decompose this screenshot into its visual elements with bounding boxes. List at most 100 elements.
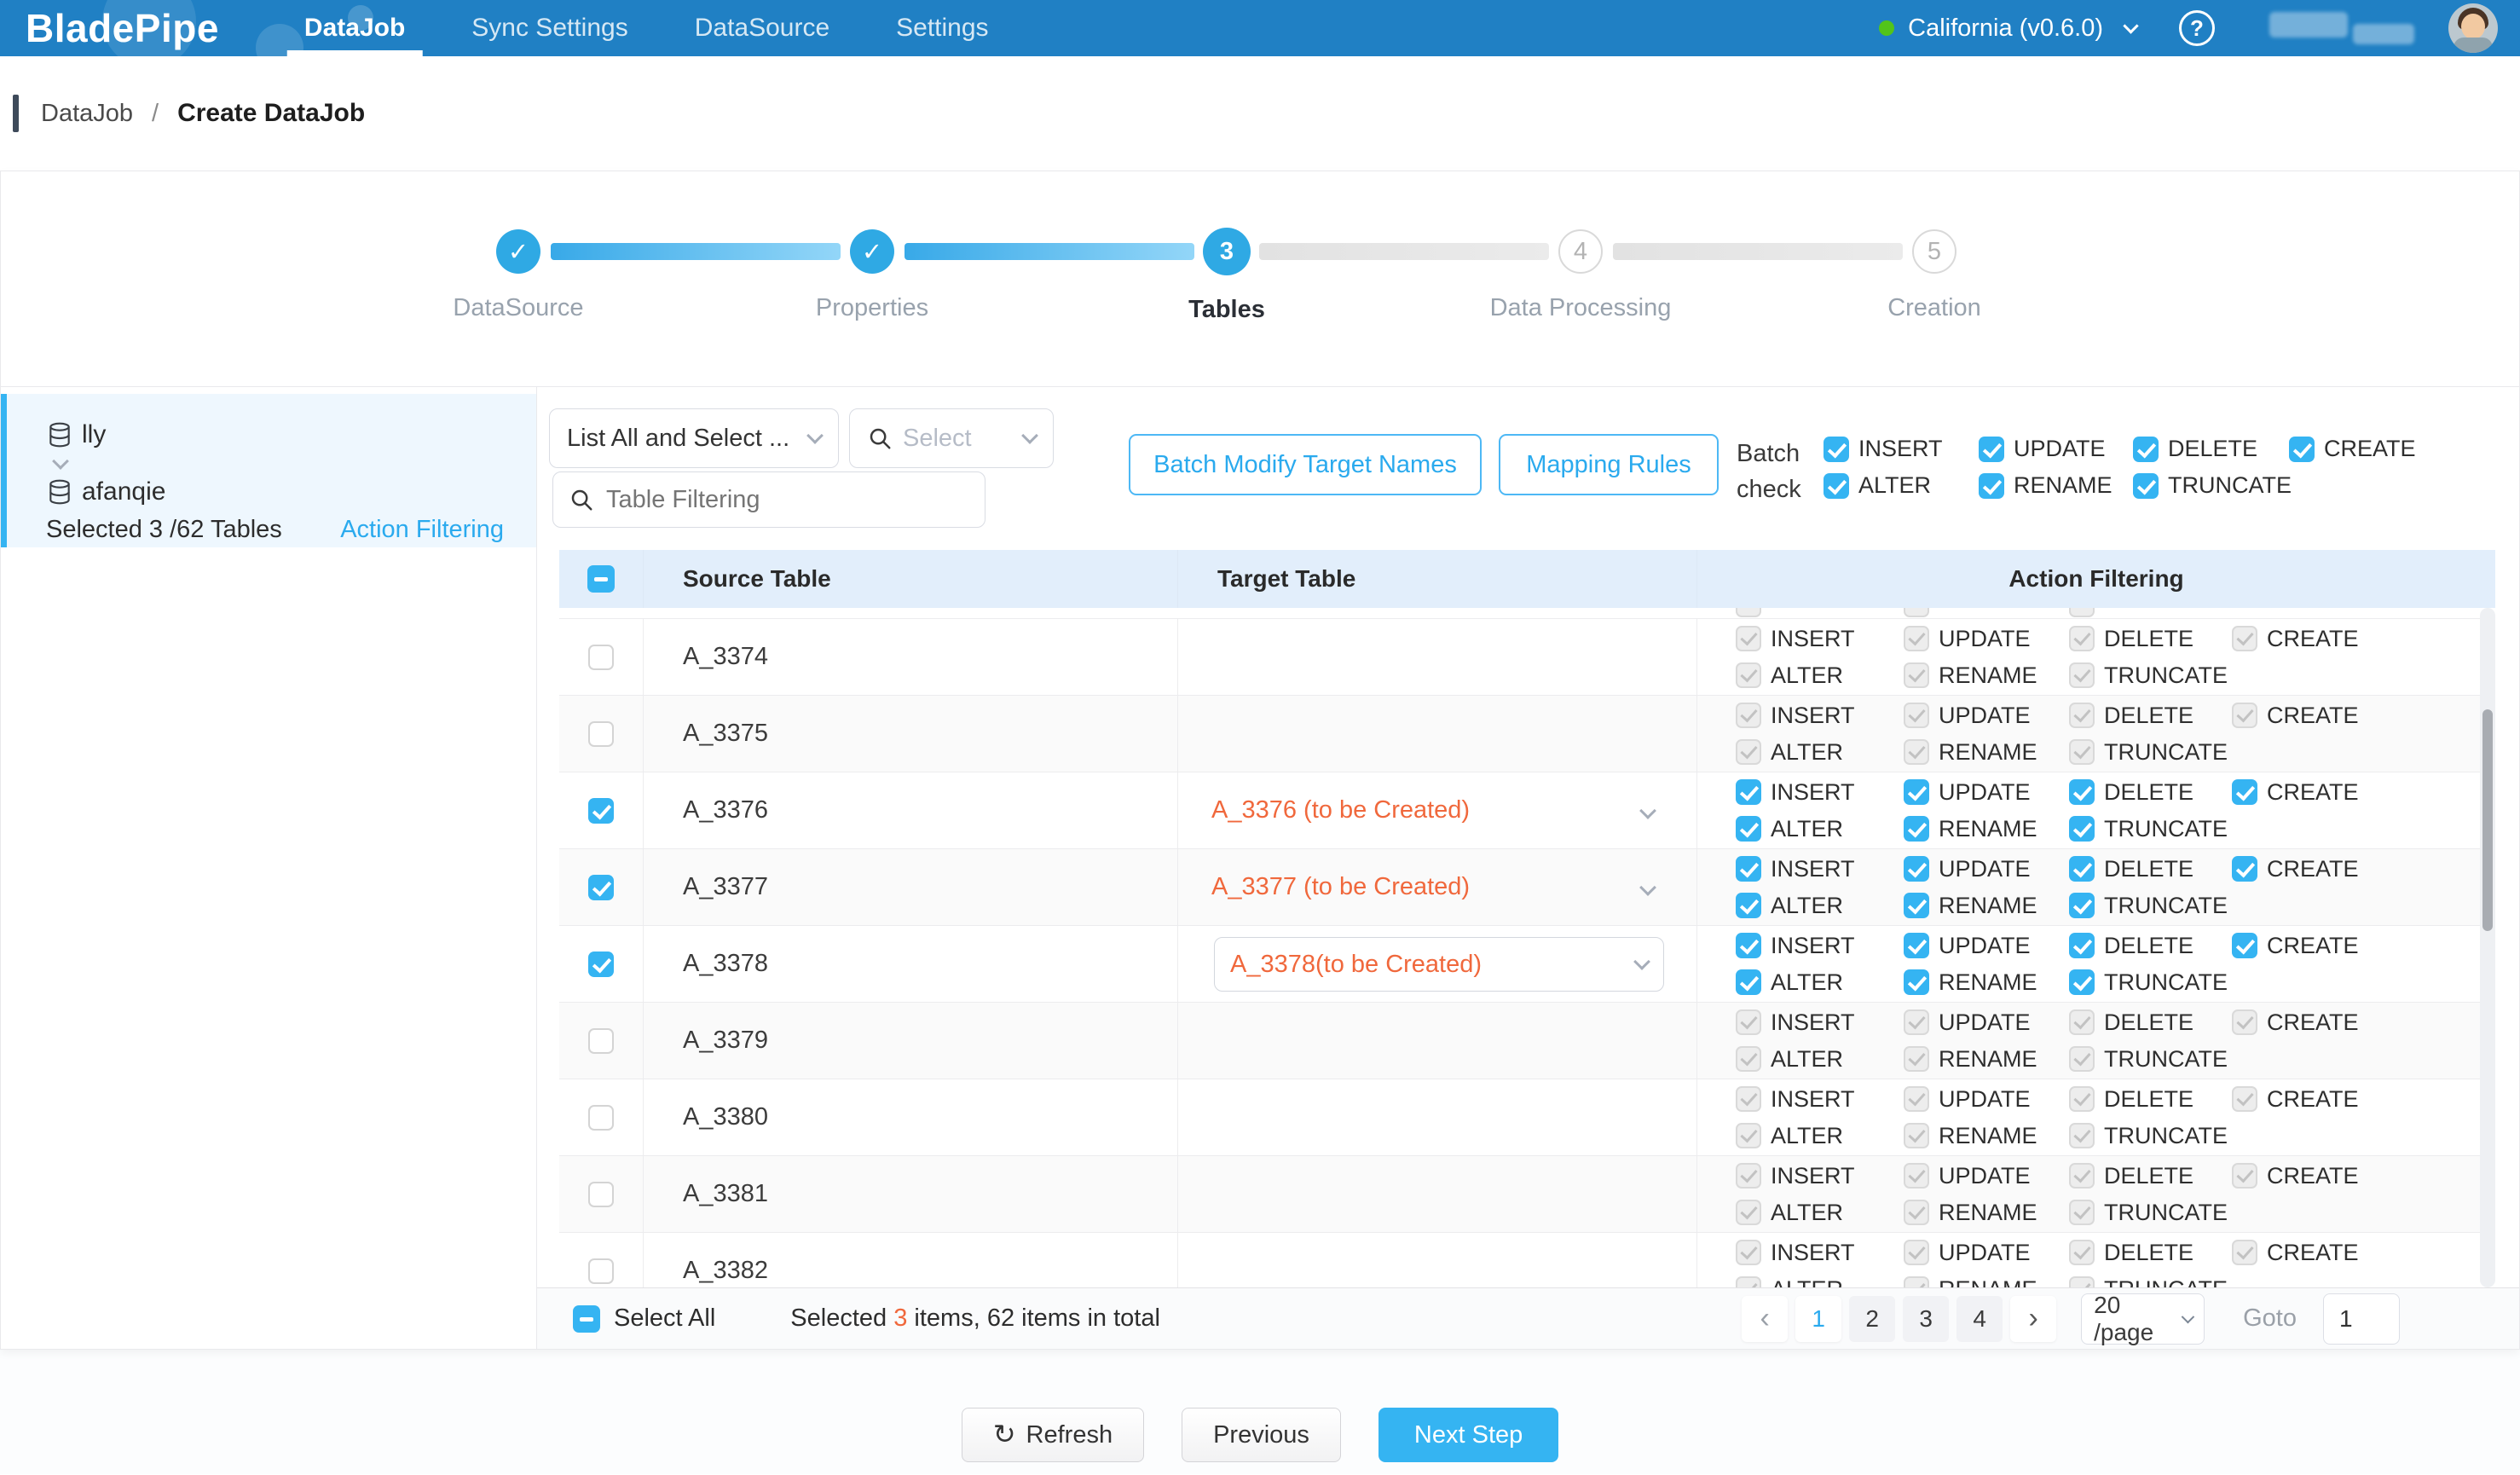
action-checkbox-update[interactable] bbox=[1904, 1009, 1929, 1035]
action-checkbox-alter[interactable] bbox=[1736, 739, 1761, 765]
action-checkbox-alter[interactable] bbox=[1736, 1123, 1761, 1148]
action-checkbox-create[interactable] bbox=[2232, 779, 2257, 805]
action-checkbox-alter[interactable] bbox=[1736, 816, 1761, 842]
row-checkbox[interactable] bbox=[588, 1258, 614, 1284]
action-checkbox-delete[interactable] bbox=[2069, 779, 2095, 805]
user-avatar[interactable] bbox=[2448, 3, 2498, 53]
action-checkbox-delete[interactable] bbox=[2069, 1240, 2095, 1265]
list-mode-select[interactable]: List All and Select ... bbox=[549, 408, 839, 468]
action-checkbox-rename[interactable] bbox=[1904, 739, 1929, 765]
action-checkbox-rename[interactable] bbox=[1904, 1276, 1929, 1287]
action-checkbox-alter[interactable] bbox=[1736, 1046, 1761, 1072]
action-checkbox-update[interactable] bbox=[1904, 933, 1929, 958]
column-select[interactable]: Select bbox=[849, 408, 1054, 468]
action-checkbox-rename[interactable] bbox=[1904, 662, 1929, 688]
action-checkbox-create[interactable] bbox=[2232, 1163, 2257, 1189]
mapping-rules-button[interactable]: Mapping Rules bbox=[1499, 434, 1719, 495]
action-checkbox-insert[interactable] bbox=[1736, 933, 1761, 958]
action-checkbox-insert[interactable] bbox=[1736, 1009, 1761, 1035]
action-checkbox-truncate[interactable] bbox=[2069, 662, 2095, 688]
row-checkbox[interactable] bbox=[588, 952, 614, 977]
batch-checkbox-rename[interactable] bbox=[1979, 473, 2004, 499]
action-checkbox-rename[interactable] bbox=[1904, 893, 1929, 918]
action-checkbox-create[interactable] bbox=[2232, 703, 2257, 728]
action-checkbox-insert[interactable] bbox=[1736, 1086, 1761, 1112]
action-checkbox-rename[interactable] bbox=[1904, 1200, 1929, 1225]
goto-page-input[interactable] bbox=[2323, 1293, 2400, 1345]
action-checkbox-update[interactable] bbox=[1904, 626, 1929, 651]
action-checkbox-create[interactable] bbox=[2232, 1086, 2257, 1112]
action-checkbox-create[interactable] bbox=[2232, 1240, 2257, 1265]
action-checkbox-update[interactable] bbox=[1904, 1240, 1929, 1265]
action-checkbox-update[interactable] bbox=[1904, 1086, 1929, 1112]
action-checkbox-update[interactable] bbox=[1904, 779, 1929, 805]
action-checkbox-delete[interactable] bbox=[2069, 856, 2095, 882]
refresh-button[interactable]: ↻ Refresh bbox=[962, 1408, 1144, 1462]
next-page-icon[interactable]: › bbox=[2010, 1296, 2056, 1342]
select-all-footer-checkbox[interactable] bbox=[573, 1305, 600, 1333]
table-scrollbar[interactable] bbox=[2480, 608, 2495, 1287]
action-checkbox-update[interactable] bbox=[1904, 856, 1929, 882]
page-button-3[interactable]: 3 bbox=[1903, 1296, 1949, 1342]
action-checkbox-alter[interactable] bbox=[1736, 1276, 1761, 1287]
page-button-4[interactable]: 4 bbox=[1956, 1296, 2003, 1342]
action-checkbox-delete[interactable] bbox=[2069, 933, 2095, 958]
action-checkbox-truncate[interactable] bbox=[2069, 893, 2095, 918]
table-filter-input[interactable] bbox=[606, 486, 969, 514]
scrollbar-thumb[interactable] bbox=[2482, 709, 2493, 931]
action-checkbox-create[interactable] bbox=[2232, 1009, 2257, 1035]
action-checkbox-truncate[interactable] bbox=[2069, 816, 2095, 842]
action-checkbox-rename[interactable] bbox=[1904, 816, 1929, 842]
action-checkbox-alter[interactable] bbox=[1736, 969, 1761, 995]
action-checkbox-truncate[interactable] bbox=[2069, 1200, 2095, 1225]
action-checkbox-truncate[interactable] bbox=[2069, 1276, 2095, 1287]
action-checkbox-insert[interactable] bbox=[1736, 1163, 1761, 1189]
action-checkbox-truncate[interactable] bbox=[2069, 1123, 2095, 1148]
row-checkbox[interactable] bbox=[588, 645, 614, 670]
action-checkbox-insert[interactable] bbox=[1736, 856, 1761, 882]
action-checkbox-delete[interactable] bbox=[2069, 703, 2095, 728]
action-checkbox-delete[interactable] bbox=[2069, 1009, 2095, 1035]
row-checkbox[interactable] bbox=[588, 875, 614, 900]
action-checkbox-rename[interactable] bbox=[1904, 1046, 1929, 1072]
batch-checkbox-delete[interactable] bbox=[2133, 437, 2159, 462]
action-checkbox-truncate[interactable] bbox=[2069, 969, 2095, 995]
action-checkbox-delete[interactable] bbox=[2069, 626, 2095, 651]
previous-button[interactable]: Previous bbox=[1182, 1408, 1341, 1462]
action-checkbox-insert[interactable] bbox=[1736, 1240, 1761, 1265]
action-checkbox-create[interactable] bbox=[2232, 933, 2257, 958]
action-checkbox-create[interactable] bbox=[2232, 856, 2257, 882]
batch-checkbox-create[interactable] bbox=[2289, 437, 2315, 462]
db-pair-card[interactable]: lly afanqie Selected 3 /62 Tables Action… bbox=[1, 394, 536, 547]
batch-checkbox-truncate[interactable] bbox=[2133, 473, 2159, 499]
page-size-select[interactable]: 20 /page bbox=[2081, 1293, 2205, 1345]
nav-item-settings[interactable]: Settings bbox=[889, 0, 995, 56]
action-checkbox-insert[interactable] bbox=[1736, 779, 1761, 805]
action-checkbox-rename[interactable] bbox=[1904, 1123, 1929, 1148]
row-checkbox[interactable] bbox=[588, 1182, 614, 1207]
batch-checkbox-update[interactable] bbox=[1979, 437, 2004, 462]
action-checkbox-create[interactable] bbox=[2232, 626, 2257, 651]
next-step-button[interactable]: Next Step bbox=[1378, 1408, 1558, 1462]
help-icon[interactable]: ? bbox=[2179, 10, 2215, 46]
nav-item-datajob[interactable]: DataJob bbox=[298, 0, 412, 56]
action-filtering-link[interactable]: Action Filtering bbox=[340, 516, 504, 544]
action-checkbox-update[interactable] bbox=[1904, 1163, 1929, 1189]
nav-item-sync-settings[interactable]: Sync Settings bbox=[465, 0, 634, 56]
select-all-label[interactable]: Select All bbox=[614, 1304, 715, 1333]
action-checkbox-alter[interactable] bbox=[1736, 1200, 1761, 1225]
target-table-select[interactable]: A_3378(to be Created) bbox=[1214, 937, 1664, 992]
action-checkbox-insert[interactable] bbox=[1736, 626, 1761, 651]
action-checkbox-truncate[interactable] bbox=[2069, 1046, 2095, 1072]
batch-checkbox-insert[interactable] bbox=[1824, 437, 1849, 462]
action-checkbox-alter[interactable] bbox=[1736, 662, 1761, 688]
batch-checkbox-alter[interactable] bbox=[1824, 473, 1849, 499]
action-checkbox-alter[interactable] bbox=[1736, 893, 1761, 918]
region-selector-label[interactable]: California (v0.6.0) bbox=[1908, 14, 2103, 43]
row-checkbox[interactable] bbox=[588, 1028, 614, 1054]
row-checkbox[interactable] bbox=[588, 798, 614, 824]
action-checkbox-truncate[interactable] bbox=[2069, 739, 2095, 765]
action-checkbox-rename[interactable] bbox=[1904, 969, 1929, 995]
action-checkbox-update[interactable] bbox=[1904, 703, 1929, 728]
row-checkbox[interactable] bbox=[588, 721, 614, 747]
